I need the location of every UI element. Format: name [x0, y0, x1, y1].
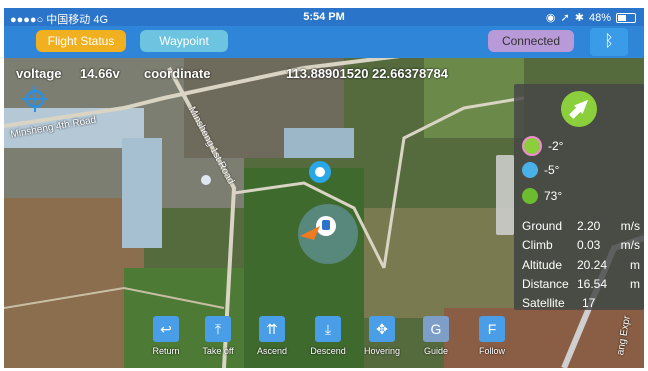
- satellite-value: 17: [582, 296, 596, 310]
- ascend-button[interactable]: ⇈ Ascend: [246, 316, 298, 356]
- descend-label: Descend: [310, 346, 346, 356]
- roll-value: -2°: [548, 139, 564, 153]
- battery-percent: 48%: [588, 11, 611, 24]
- ground-speed-label: Ground: [522, 219, 563, 233]
- roll-row: -2°: [522, 136, 563, 156]
- home-point-marker-icon[interactable]: [308, 160, 332, 192]
- descend-button[interactable]: ⤓ Descend: [302, 316, 354, 356]
- altitude-value: 20.24: [577, 258, 608, 272]
- app-screen: ●●●●○ 中国移动 4G 5:54 PM ◉ ➚ ✱ 48% Flight S…: [0, 0, 648, 371]
- takeoff-icon: ⤒: [205, 316, 231, 342]
- flight-control-toolbar: ↩ Return ⤒ Take off ⇈ Ascend ⤓ Descend ✥…: [140, 316, 520, 360]
- aircraft-icon: [561, 91, 597, 127]
- voltage-label: voltage: [16, 66, 62, 81]
- ascend-label: Ascend: [256, 346, 288, 356]
- distance-value: 16.54: [577, 277, 608, 291]
- climb-label: Climb: [522, 238, 553, 252]
- pitch-row: -5°: [522, 162, 559, 178]
- locate-crosshair-icon[interactable]: [22, 86, 48, 112]
- guide-button[interactable]: G Guide: [410, 316, 462, 356]
- navigation-arrow-icon: ➚: [560, 12, 570, 24]
- return-button[interactable]: ↩ Return: [140, 316, 192, 356]
- return-icon: ↩: [153, 316, 179, 342]
- takeoff-button[interactable]: ⤒ Take off: [192, 316, 244, 356]
- yaw-icon: [522, 188, 538, 204]
- ground-speed-unit: m/s: [620, 219, 640, 233]
- drone-heading-arrow-icon: [300, 226, 320, 240]
- ascend-icon: ⇈: [259, 316, 285, 342]
- coordinate-value: 113.88901520 22.66378784: [286, 66, 448, 81]
- pitch-icon: [522, 162, 538, 178]
- ios-status-bar: ●●●●○ 中国移动 4G 5:54 PM ◉ ➚ ✱ 48%: [4, 8, 644, 26]
- climb-unit: m/s: [620, 238, 640, 252]
- satellite-label: Satellite: [522, 296, 565, 310]
- battery-icon: [616, 12, 636, 23]
- follow-label: Follow: [478, 346, 505, 356]
- bluetooth-icon[interactable]: ᛒ: [590, 28, 628, 56]
- return-label: Return: [152, 346, 180, 356]
- distance-label: Distance: [522, 277, 569, 291]
- guide-label: Guide: [423, 346, 449, 356]
- voltage-value: 14.66v: [80, 66, 120, 81]
- guide-icon: G: [423, 316, 449, 342]
- hovering-label: Hovering: [363, 346, 401, 356]
- takeoff-label: Take off: [202, 346, 234, 356]
- distance-unit: m: [630, 277, 640, 291]
- telemetry-panel: -2° -5° 73° Ground 2.20 m/s Climb 0.03 m…: [514, 84, 644, 310]
- follow-button[interactable]: F Follow: [466, 316, 518, 356]
- coordinate-label: coordinate: [144, 66, 211, 81]
- roll-icon: [522, 136, 542, 156]
- pitch-value: -5°: [544, 163, 560, 177]
- yaw-value: 73°: [544, 189, 563, 203]
- hover-icon: ✥: [369, 316, 395, 342]
- hovering-button[interactable]: ✥ Hovering: [356, 316, 408, 356]
- climb-value: 0.03: [577, 238, 601, 252]
- altitude-unit: m: [630, 258, 640, 272]
- flight-status-button[interactable]: Flight Status: [36, 30, 126, 52]
- descend-icon: ⤓: [315, 316, 341, 342]
- altitude-label: Altitude: [522, 258, 563, 272]
- yaw-row: 73°: [522, 188, 562, 204]
- panel-slider-handle[interactable]: [496, 155, 514, 235]
- ground-speed-value: 2.20: [577, 219, 601, 233]
- map-point-icon: [201, 175, 211, 185]
- follow-icon: F: [479, 316, 505, 342]
- top-nav-bar: Flight Status Waypoint Connected ᛒ: [4, 26, 644, 58]
- bluetooth-status-icon: ✱: [574, 12, 584, 24]
- connected-button[interactable]: Connected: [488, 30, 574, 52]
- waypoint-button[interactable]: Waypoint: [140, 30, 228, 52]
- location-icon: ◉: [545, 12, 556, 24]
